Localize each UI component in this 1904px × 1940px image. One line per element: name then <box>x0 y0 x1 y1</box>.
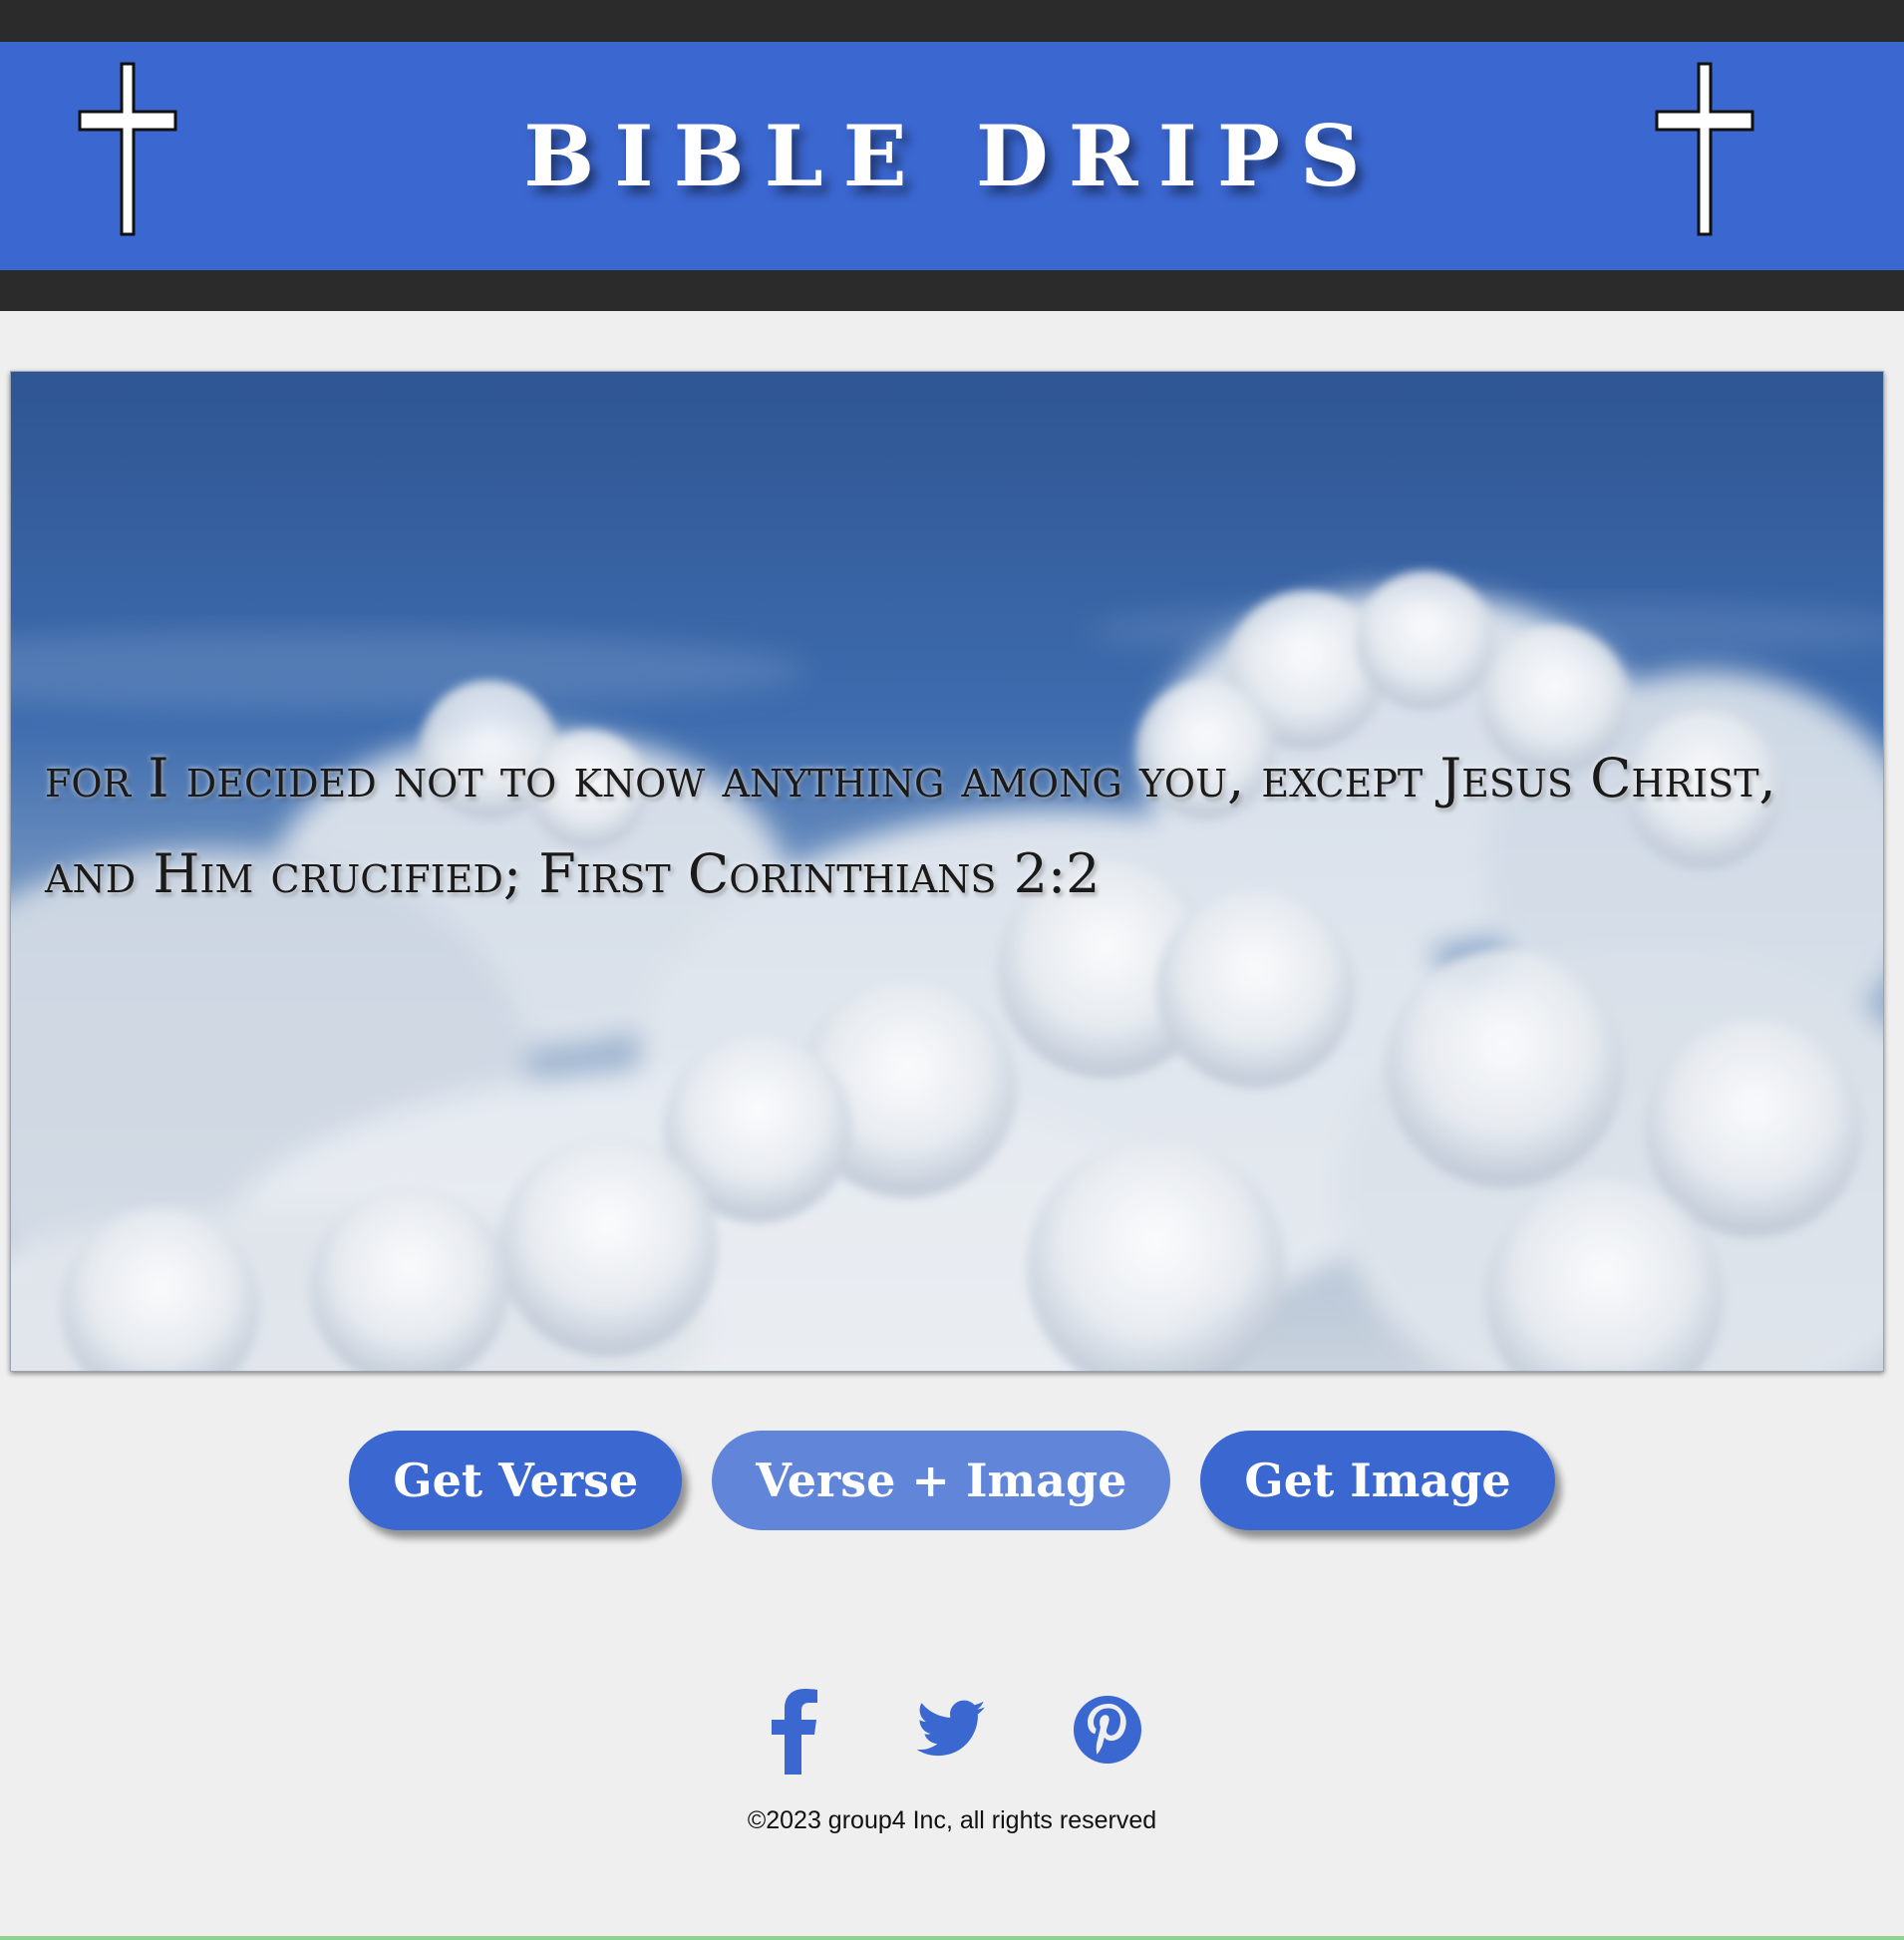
action-buttons: Get Verse Verse + Image Get Image <box>0 1431 1904 1530</box>
social-links <box>0 1685 1904 1775</box>
bottom-divider <box>0 1936 1904 1940</box>
copyright-text: ©2023 group4 Inc, all rights reserved <box>747 1806 1157 1834</box>
verse-card: for I decided not to know anything among… <box>10 371 1884 1372</box>
twitter-link[interactable] <box>916 1685 987 1775</box>
cross-icon <box>1655 62 1754 236</box>
verse-image-button[interactable]: Verse + Image <box>712 1431 1171 1530</box>
twitter-icon <box>916 1700 986 1757</box>
get-verse-button[interactable]: Get Verse <box>349 1431 683 1530</box>
site-title: BIBLE DRIPS <box>523 107 1381 205</box>
pinterest-icon <box>1074 1696 1141 1764</box>
site-header: BIBLE DRIPS <box>0 42 1904 270</box>
get-image-button[interactable]: Get Image <box>1200 1431 1555 1530</box>
pinterest-link[interactable] <box>1073 1685 1142 1775</box>
facebook-link[interactable] <box>762 1685 831 1775</box>
verse-text: for I decided not to know anything among… <box>45 747 1776 905</box>
facebook-icon <box>772 1689 817 1775</box>
